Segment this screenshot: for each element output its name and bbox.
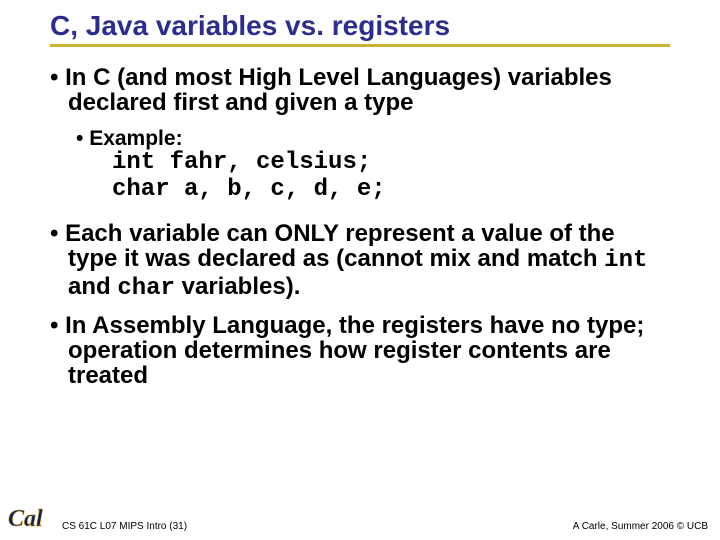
bullet-1: In C (and most High Level Languages) var… (50, 65, 670, 115)
code-block: int fahr, celsius; char a, b, c, d, e; (50, 150, 670, 203)
bullet-2-text-a: Each variable can ONLY represent a value… (65, 220, 615, 272)
bullet-2-text-b: variables). (175, 273, 300, 300)
bullet-2-text-mid: and (68, 273, 117, 300)
bullet-2: Each variable can ONLY represent a value… (50, 221, 670, 301)
inline-code-int: int (604, 247, 647, 274)
code-line-2: char a, b, c, d, e; (112, 176, 386, 203)
footer-left: CS 61C L07 MIPS Intro (31) (50, 521, 187, 532)
code-line-1: int fahr, celsius; (112, 149, 371, 176)
inline-code-char: char (117, 275, 175, 302)
slide-footer: CS 61C L07 MIPS Intro (31) A Carle, Summ… (0, 521, 720, 532)
footer-right: A Carle, Summer 2006 © UCB (573, 521, 708, 532)
slide-body: In C (and most High Level Languages) var… (0, 47, 720, 388)
slide-title: C, Java variables vs. registers (50, 10, 670, 47)
bullet-3: In Assembly Language, the registers have… (50, 313, 670, 389)
bullet-example-label: Example: (50, 127, 670, 150)
